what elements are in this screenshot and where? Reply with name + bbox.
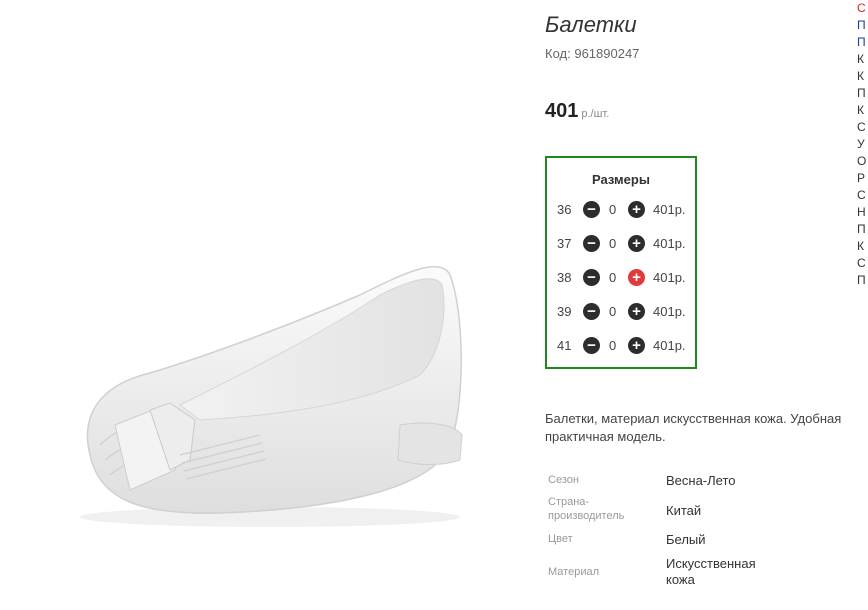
price-value: 401 [545, 100, 579, 122]
sidebar-text: Н [857, 205, 866, 219]
spec-key: производитель [548, 510, 625, 522]
plus-circle-icon[interactable]: + [628, 201, 645, 218]
sidebar-text: К [857, 52, 864, 66]
size-price: 401р. [653, 338, 686, 353]
size-row-36: 36 − 0 + 401р. [547, 200, 699, 220]
sidebar-text: К [857, 69, 864, 83]
minus-circle-icon[interactable]: − [583, 235, 600, 252]
size-row-38: 38 − 0 + 401р. [547, 268, 699, 288]
plus-circle-icon[interactable]: + [628, 269, 645, 286]
product-image [80, 266, 463, 527]
spec-value: Белый [666, 532, 706, 547]
size-qty: 0 [609, 202, 617, 217]
size-label: 41 [557, 338, 572, 353]
spec-key: Цвет [548, 533, 573, 545]
sidebar-text: П [857, 222, 866, 236]
minus-circle-icon[interactable]: − [583, 337, 600, 354]
size-price: 401р. [653, 270, 686, 285]
plus-circle-icon[interactable]: + [628, 235, 645, 252]
size-label: 37 [557, 236, 572, 251]
spec-key: Материал [548, 566, 599, 578]
product-code-label: Код: [545, 46, 571, 61]
spec-value: кожа [666, 572, 695, 587]
sizes-title: Размеры [592, 172, 650, 187]
size-row-39: 39 − 0 + 401р. [547, 302, 699, 322]
size-price: 401р. [653, 304, 686, 319]
sidebar-text: К [857, 239, 864, 253]
sidebar-text: К [857, 103, 864, 117]
spec-key: Сезон [548, 474, 579, 486]
plus-circle-icon[interactable]: + [628, 337, 645, 354]
sidebar-text: О [857, 154, 867, 168]
size-row-37: 37 − 0 + 401р. [547, 234, 699, 254]
size-qty: 0 [609, 236, 617, 251]
product-code: Код: 961890247 [545, 46, 639, 61]
size-qty: 0 [609, 270, 617, 285]
sidebar-text: С [857, 256, 866, 270]
description-line: Балетки, материал искусственная кожа. Уд… [545, 411, 842, 426]
size-qty: 0 [609, 304, 617, 319]
sidebar-link[interactable]: П [857, 34, 868, 51]
minus-circle-icon[interactable]: − [583, 303, 600, 320]
size-row-41: 41 − 0 + 401р. [547, 336, 699, 356]
sidebar-link[interactable]: С [857, 0, 868, 17]
sidebar-text: У [857, 137, 865, 151]
sidebar-text: П [857, 273, 866, 287]
product-title: Балетки [545, 12, 637, 37]
spec-key: Страна- [548, 496, 590, 508]
sidebar-link[interactable]: П [857, 17, 868, 34]
sidebar-text: С [857, 120, 866, 134]
description-line: практичная модель. [545, 429, 666, 444]
minus-circle-icon[interactable]: − [583, 201, 600, 218]
product-code-value: 961890247 [574, 46, 640, 61]
plus-circle-icon[interactable]: + [628, 303, 645, 320]
size-qty: 0 [609, 338, 617, 353]
price-unit: р./шт. [581, 108, 610, 120]
spec-value: Китай [666, 503, 702, 518]
size-label: 39 [557, 304, 572, 319]
minus-circle-icon[interactable]: − [583, 269, 600, 286]
sidebar-text: С [857, 188, 866, 202]
size-price: 401р. [653, 202, 686, 217]
product-description: Балетки, материал искусственная кожа. Уд… [545, 410, 868, 446]
sidebar-text: Р [857, 171, 866, 185]
spec-value: Весна-Лето [666, 473, 736, 488]
sidebar-edge: С П П К К П К С У О Р С Н П К С П [857, 0, 868, 289]
spec-value: Искусственная [666, 556, 756, 571]
price: 401 р./шт. [545, 100, 609, 123]
sidebar-text: П [857, 86, 866, 100]
size-price: 401р. [653, 236, 686, 251]
sizes-panel: Размеры 36 − 0 + 401р. 37 − 0 + 401р. 38… [545, 156, 697, 369]
size-label: 38 [557, 270, 572, 285]
size-label: 36 [557, 202, 572, 217]
